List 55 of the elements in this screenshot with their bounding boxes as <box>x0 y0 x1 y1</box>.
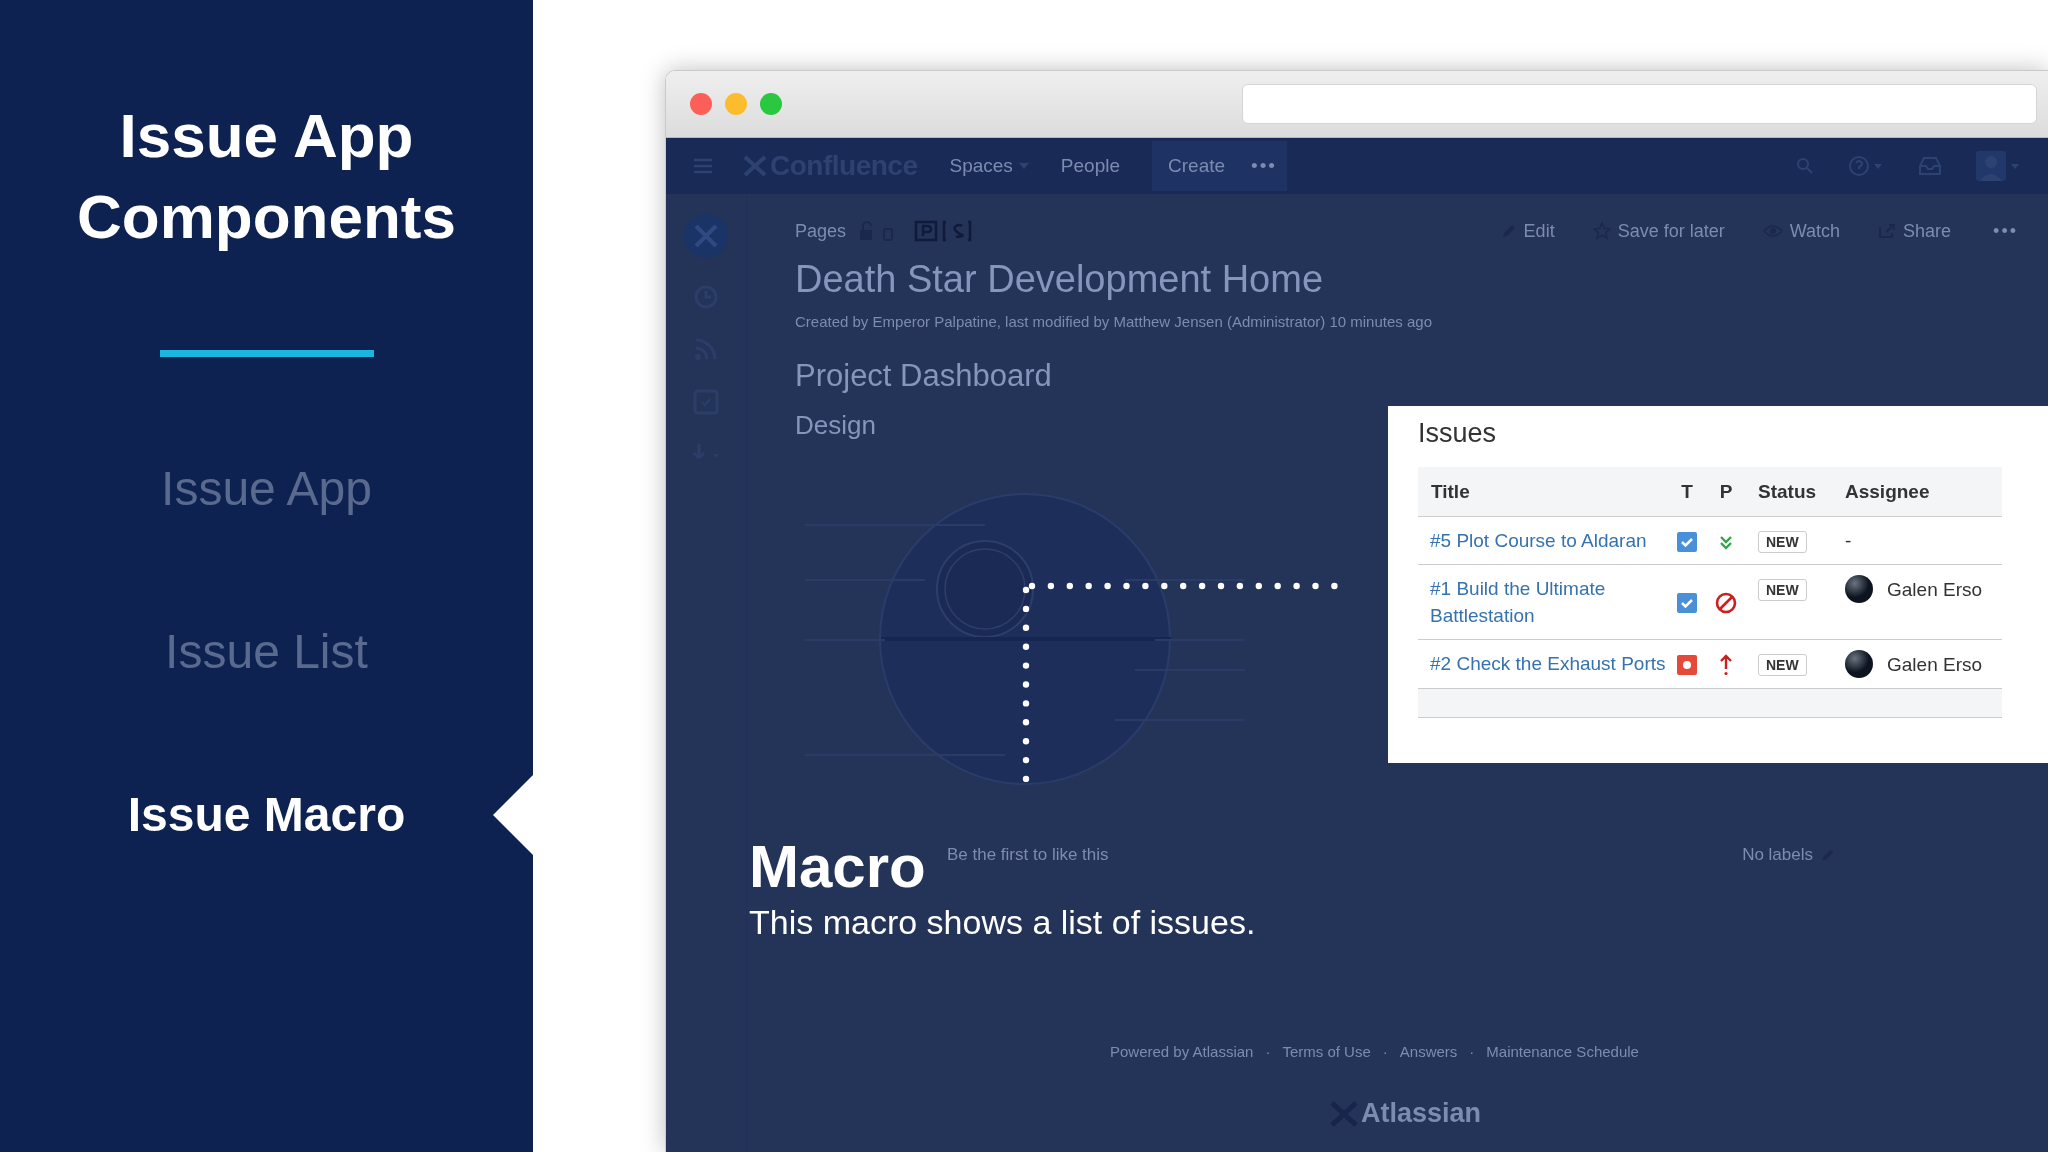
breadcrumb-link[interactable]: Pages <box>795 220 847 242</box>
page-action[interactable]: Save for later <box>1592 220 1725 242</box>
avatar-icon[interactable] <box>1976 151 2020 181</box>
footer-link[interactable]: Answers <box>1399 1043 1458 1060</box>
section-heading: Project Dashboard <box>795 358 1052 394</box>
issue-link[interactable]: #1 Build the Ultimate Battlestation <box>1430 575 1668 629</box>
column-header: T <box>1668 467 1706 517</box>
minimize-button[interactable] <box>725 93 747 115</box>
space-logo-icon[interactable] <box>684 214 728 258</box>
menu-icon[interactable] <box>692 157 714 175</box>
create-button[interactable]: Create <box>1152 141 1242 191</box>
separator-dot: · <box>1265 1043 1271 1060</box>
likes-text: Be the first to like this <box>947 845 1109 865</box>
footer-link[interactable]: Powered by Atlassian <box>1110 1043 1254 1060</box>
maximize-button[interactable] <box>760 93 782 115</box>
assignee-name: Galen Erso <box>1887 652 1983 677</box>
more-actions-button[interactable]: ••• <box>1993 220 2018 242</box>
page-action[interactable]: Edit <box>1500 220 1555 242</box>
page-byline: Created by Emperor Palpatine, last modified by Matthew Jensen (Administrator) 10 minutes ago <box>795 313 1432 330</box>
page-title: Death Star Development Home <box>795 258 1324 301</box>
section-item[interactable]: Issue App <box>0 407 533 570</box>
crossed-lines-icon <box>742 154 768 178</box>
help-icon[interactable] <box>1848 155 1884 177</box>
more-button[interactable]: ••• <box>1241 141 1287 191</box>
page-action[interactable]: Watch <box>1762 220 1841 242</box>
search-icon[interactable] <box>1796 157 1814 175</box>
issue-link[interactable]: #5 Plot Course to Aldaran <box>1430 527 1668 554</box>
assignee-name: Galen Erso <box>1887 577 1983 602</box>
status-badge: NEW <box>1758 654 1807 676</box>
section-item[interactable]: Issue List <box>0 570 533 733</box>
status-badge: NEW <box>1758 579 1807 601</box>
footer-link[interactable]: Terms of Use <box>1282 1043 1371 1060</box>
inbox-icon[interactable] <box>1918 156 1942 176</box>
issue-link[interactable]: #2 Check the Exhaust Ports <box>1430 650 1668 677</box>
callout-text: This macro shows a list of issues. <box>749 903 1256 942</box>
callout-title: Macro <box>749 832 926 902</box>
page-action[interactable]: Share <box>1878 220 1952 242</box>
footer-logo: Atlassian <box>1361 1098 1482 1129</box>
close-button[interactable] <box>690 93 712 115</box>
section-heading: Design <box>795 410 876 441</box>
panel-title: Issues <box>1418 418 1498 449</box>
footer-link[interactable]: Maintenance Schedule <box>1486 1043 1639 1060</box>
nav-link[interactable]: People <box>1060 155 1120 177</box>
address-bar[interactable] <box>1242 84 2037 124</box>
assignee-name: - <box>1845 529 1852 553</box>
labels-text: No labels <box>1742 845 1813 865</box>
nav-link[interactable]: Spaces <box>949 155 1013 177</box>
column-header: Title <box>1418 467 1668 517</box>
separator-dot: · <box>1469 1043 1475 1060</box>
column-header: Status <box>1746 467 1845 517</box>
column-header: Assignee <box>1845 467 2002 517</box>
column-header: P <box>1706 467 1746 517</box>
slide-title: Issue App Components <box>76 100 457 253</box>
separator-dot: · <box>1382 1043 1388 1060</box>
status-badge: NEW <box>1758 531 1807 553</box>
